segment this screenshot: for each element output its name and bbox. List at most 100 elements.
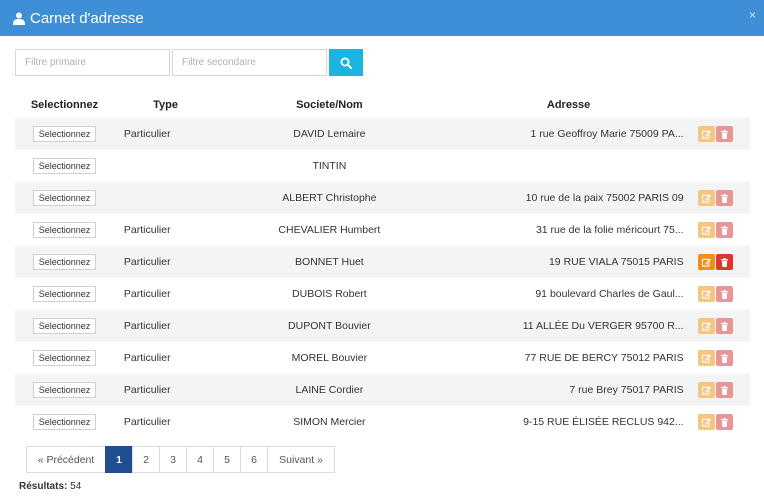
row-actions (696, 222, 750, 238)
cell-actions (696, 150, 750, 182)
cell-type (113, 182, 218, 214)
cell-type: Particulier (113, 118, 218, 150)
page-5-button[interactable]: 5 (213, 446, 241, 473)
primary-filter-input[interactable] (15, 49, 170, 76)
header-address: Adresse (546, 99, 591, 111)
table-header-row: Selectionnez Type Societe/Nom Adresse (15, 92, 750, 118)
edit-icon[interactable] (697, 382, 715, 398)
user-icon (13, 12, 25, 25)
select-button[interactable]: Selectionnez (32, 382, 97, 398)
cell-select: Selectionnez (15, 214, 114, 246)
select-button[interactable]: Selectionnez (32, 254, 97, 270)
cell-address: 7 rue Brey 75017 PARIS (441, 374, 696, 406)
select-button[interactable]: Selectionnez (32, 222, 97, 238)
header-select: Selectionnez (30, 99, 99, 111)
page-6-button[interactable]: 6 (240, 446, 268, 473)
select-button[interactable]: Selectionnez (32, 318, 97, 334)
secondary-filter-input[interactable] (172, 49, 327, 76)
cell-select: Selectionnez (15, 406, 114, 438)
edit-icon[interactable] (697, 414, 715, 430)
cell-name: CHEVALIER Humbert (278, 224, 381, 236)
cell-type: Particulier (113, 310, 218, 342)
cell-select: Selectionnez (15, 182, 114, 214)
delete-icon[interactable] (715, 190, 733, 206)
cell-type: Particulier (123, 288, 171, 300)
modal-header: Carnet d'adresse × (0, 0, 764, 36)
row-actions (696, 318, 750, 334)
select-button[interactable]: Selectionnez (32, 190, 97, 206)
delete-icon[interactable] (715, 318, 733, 334)
delete-icon[interactable] (715, 222, 733, 238)
select-button[interactable]: Selectionnez (32, 414, 97, 430)
cell-type: Particulier (123, 416, 171, 428)
row-actions (696, 350, 750, 366)
results-value: 54 (70, 481, 82, 492)
cell-name: MOREL Bouvier (291, 352, 368, 364)
cell-address: 31 rue de la folie méricourt 75... (535, 224, 684, 236)
delete-icon[interactable] (715, 382, 733, 398)
page-1-button[interactable]: 1 (105, 446, 133, 473)
table-row: Selectionnez TINTIN (15, 150, 750, 182)
search-button[interactable] (329, 49, 363, 76)
select-button[interactable]: Selectionnez (32, 350, 97, 366)
cell-address: 91 boulevard Charles de Gaul... (535, 288, 684, 300)
page-2-button[interactable]: 2 (132, 446, 160, 473)
table-row: Selectionnez Particulier BONNET Huet 19 RUE… (15, 246, 750, 278)
cell-select: Selectionnez (15, 150, 114, 182)
cell-select: Selectionnez (15, 246, 114, 278)
delete-icon[interactable] (715, 126, 733, 142)
cell-actions (696, 342, 750, 374)
cell-address: 10 rue de la paix 75002 PARIS 09 (441, 182, 696, 214)
edit-icon[interactable] (697, 254, 715, 270)
edit-icon[interactable] (697, 222, 715, 238)
header-type: Type (153, 99, 178, 111)
table-row: Selectionnez Particulier SIMON Mercier 9-15… (15, 406, 750, 438)
edit-icon[interactable] (697, 350, 715, 366)
cell-select: Selectionnez (15, 310, 114, 342)
cell-actions (695, 310, 750, 342)
select-button[interactable]: Selectionnez (32, 286, 97, 302)
cell-select: Selectionnez (15, 118, 114, 150)
row-actions (696, 254, 750, 270)
page-3-button[interactable]: 3 (159, 446, 187, 473)
cell-type: Particulier (113, 374, 218, 406)
table-row: Selectionnez Particulier DAVID Lemaire 1 ru… (15, 118, 750, 150)
cell-actions (695, 182, 750, 214)
edit-icon[interactable] (697, 286, 715, 302)
row-actions (696, 414, 750, 430)
select-button[interactable]: Selectionnez (32, 158, 97, 174)
page-4-button[interactable]: 4 (186, 446, 214, 473)
next-page-button[interactable]: Suivant » (267, 446, 335, 473)
header-actions (696, 92, 750, 118)
cell-actions (696, 406, 750, 438)
modal-title: Carnet d'adresse (30, 9, 144, 27)
delete-icon[interactable] (715, 350, 733, 366)
delete-icon[interactable] (715, 414, 733, 430)
table-row: Selectionnez Particulier CHEVALIER Humbert… (15, 214, 750, 246)
close-icon[interactable]: × (749, 8, 756, 22)
cell-select: Selectionnez (15, 278, 114, 310)
table-row: Selectionnez Particulier MOREL Bouvier 77 R… (15, 342, 750, 374)
cell-name: DAVID Lemaire (217, 118, 442, 150)
edit-icon[interactable] (697, 318, 715, 334)
cell-name: LAINE Cordier (217, 374, 442, 406)
cell-type (114, 150, 217, 182)
previous-page-button[interactable]: « Précédent (26, 446, 106, 473)
cell-actions (695, 118, 750, 150)
cell-type: Particulier (113, 246, 218, 278)
cell-name: TINTIN (312, 160, 347, 172)
cell-address: 1 rue Geoffroy Marie 75009 PA... (441, 118, 696, 150)
cell-name: DUPONT Bouvier (217, 310, 442, 342)
cell-name: BONNET Huet (217, 246, 442, 278)
cell-actions (696, 214, 750, 246)
delete-icon[interactable] (715, 286, 733, 302)
select-button[interactable]: Selectionnez (32, 126, 97, 142)
cell-actions (696, 278, 750, 310)
cell-select: Selectionnez (15, 374, 114, 406)
results-count: Résultats: 54 (19, 481, 81, 492)
edit-icon[interactable] (697, 126, 715, 142)
edit-icon[interactable] (697, 190, 715, 206)
delete-icon[interactable] (715, 254, 733, 270)
cell-name: DUBOIS Robert (292, 288, 367, 300)
table-row: Selectionnez ALBERT Christophe 10 rue de l… (15, 182, 750, 214)
